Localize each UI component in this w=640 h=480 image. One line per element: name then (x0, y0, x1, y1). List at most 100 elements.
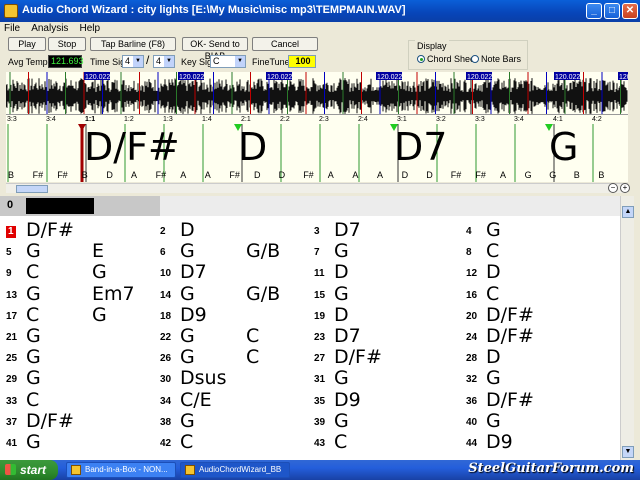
menu-help[interactable]: Help (76, 22, 105, 36)
scrollbar-thumb[interactable] (16, 185, 48, 193)
play-button[interactable]: Play (8, 37, 46, 51)
chord-cell[interactable]: G (26, 283, 41, 305)
chord-cell[interactable]: G (26, 346, 41, 368)
strip-note-label: D (401, 170, 409, 180)
ruler-tick-label: 3:4 (514, 116, 524, 123)
chord-cell[interactable]: D (180, 219, 195, 241)
chord-cell[interactable]: D9 (180, 304, 207, 326)
chord-cell[interactable]: D (334, 261, 349, 283)
time-sig-numerator[interactable]: 4 ▼ (122, 55, 144, 68)
tempo-marker[interactable]: 120.022 (84, 72, 110, 81)
zoom-in-icon[interactable]: + (620, 183, 630, 193)
horizontal-scrollbar[interactable] (6, 183, 628, 193)
menu-analysis[interactable]: Analysis (27, 22, 72, 36)
time-sig-denominator[interactable]: 4 ▼ (153, 55, 175, 68)
chord-cell[interactable]: G (26, 367, 41, 389)
chord-cell[interactable]: G (180, 240, 195, 262)
chord-cell[interactable]: Dsus (180, 367, 226, 389)
cancel-button[interactable]: Cancel (252, 37, 318, 51)
chord-cell[interactable]: D7 (334, 325, 361, 347)
chord-cell[interactable]: C (486, 240, 499, 262)
chord-cell[interactable]: G (180, 283, 195, 305)
chord-cell[interactable]: D (334, 304, 349, 326)
note-bars-radio[interactable] (471, 55, 479, 63)
key-sig-select[interactable]: C ▼ (210, 55, 246, 68)
chord-cell[interactable]: G (180, 325, 195, 347)
tempo-marker[interactable]: 120.022 (178, 72, 204, 81)
chord-cell[interactable]: D/F# (26, 219, 74, 241)
chord-cell[interactable]: C (486, 283, 499, 305)
chord-cell[interactable]: G/B (246, 240, 280, 262)
chord-cell[interactable]: D9 (334, 389, 361, 411)
chord-cell[interactable]: C (26, 304, 39, 326)
zoom-out-icon[interactable]: − (608, 183, 618, 193)
waveform-view[interactable]: 120.022 120.022 120.022 120.022 120.022 120.0… (6, 72, 628, 114)
tempo-marker[interactable]: 120.022 (266, 72, 292, 81)
chord-cell[interactable]: G (92, 261, 107, 283)
close-button[interactable]: ✕ (622, 3, 638, 19)
key-sig-value: C (213, 56, 220, 66)
chord-cell[interactable]: E (92, 240, 104, 262)
chord-cell[interactable]: Em7 (92, 283, 135, 305)
tempo-marker[interactable]: 120.022 (376, 72, 402, 81)
chord-cell[interactable]: D7 (334, 219, 361, 241)
chord-cell[interactable]: G (334, 367, 349, 389)
chord-cell[interactable]: D9 (486, 431, 513, 453)
chord-cell[interactable]: G (334, 410, 349, 432)
chord-sheet[interactable]: 1 D/F# 2 D 3 D7 4 G 5 G E 6 G G/B 7 G 8 C 9 C G 10 D7 11 D 12 D 13 G… (0, 216, 620, 460)
start-button[interactable]: start (0, 460, 58, 480)
chord-cell[interactable]: G (180, 346, 195, 368)
title-bar[interactable]: Audio Chord Wizard : city lights [E:\My … (0, 0, 640, 22)
menu-bar: File Analysis Help (0, 22, 640, 36)
chord-cell[interactable]: G (26, 240, 41, 262)
chord-cell[interactable]: D/F# (486, 389, 534, 411)
taskbar-item-chord-wizard[interactable]: AudioChordWizard_BB (180, 462, 290, 478)
chord-cell[interactable]: G (180, 410, 195, 432)
tap-barline-button[interactable]: Tap Barline (F8) (90, 37, 176, 51)
chord-cell[interactable]: C (246, 325, 259, 347)
tempo-marker[interactable]: 120.022 (618, 72, 628, 81)
chord-cell[interactable]: D/F# (334, 346, 382, 368)
taskbar-item-biab[interactable]: Band-in-a-Box - NON... (66, 462, 176, 478)
chord-cell[interactable]: D7 (180, 261, 207, 283)
send-to-biab-button[interactable]: OK- Send to BIAB (182, 37, 248, 61)
chord-cell[interactable]: C (26, 261, 39, 283)
chord-cell[interactable]: G (26, 325, 41, 347)
vertical-scrollbar[interactable]: ▲ ▼ (620, 196, 634, 460)
chord-cell[interactable]: G (334, 240, 349, 262)
stop-button[interactable]: Stop (48, 37, 86, 51)
chord-cell[interactable]: C (26, 389, 39, 411)
chord-cell[interactable]: C (180, 431, 193, 453)
chord-cell[interactable]: D/F# (486, 304, 534, 326)
chord-cell[interactable]: C (246, 346, 259, 368)
bar-number: 44 (466, 438, 478, 449)
chord-cell[interactable]: G (26, 431, 41, 453)
minimize-button[interactable]: _ (586, 3, 602, 19)
menu-file[interactable]: File (0, 22, 24, 36)
chord-cell[interactable]: G (334, 283, 349, 305)
watermark: SteelGuitarForum.com (468, 461, 634, 476)
chord-sheet-radio[interactable] (417, 55, 425, 63)
scroll-up-icon[interactable]: ▲ (622, 206, 634, 218)
finetune-value[interactable]: 100 (288, 55, 316, 68)
tempo-marker[interactable]: 120.022 (554, 72, 580, 81)
chord-cell[interactable]: C (334, 431, 347, 453)
avg-tempo-label: Avg Tempo (8, 57, 53, 67)
chord-cell[interactable]: D (486, 346, 501, 368)
maximize-button[interactable]: □ (604, 3, 620, 19)
chord-cell[interactable]: G (92, 304, 107, 326)
tempo-marker[interactable]: 120.022 (466, 72, 492, 81)
chord-cell[interactable]: D/F# (486, 325, 534, 347)
scroll-down-icon[interactable]: ▼ (622, 446, 634, 458)
chord-cell[interactable]: D/F# (26, 410, 74, 432)
chord-cell[interactable]: G/B (246, 283, 280, 305)
chord-strip[interactable]: D/F# D D7 G B F# F# B D A F# A A F# D D F# A A A D D F# F# A G G B B (6, 124, 628, 182)
chord-cell[interactable]: C/E (180, 389, 212, 411)
chord-cell[interactable]: G (486, 410, 501, 432)
bar-number: 35 (314, 395, 326, 407)
chord-cell[interactable]: G (486, 219, 501, 241)
bar-number: 5 (6, 247, 12, 259)
bar-number: 33 (6, 395, 18, 407)
chord-cell[interactable]: D (486, 261, 501, 283)
chord-cell[interactable]: G (486, 367, 501, 389)
